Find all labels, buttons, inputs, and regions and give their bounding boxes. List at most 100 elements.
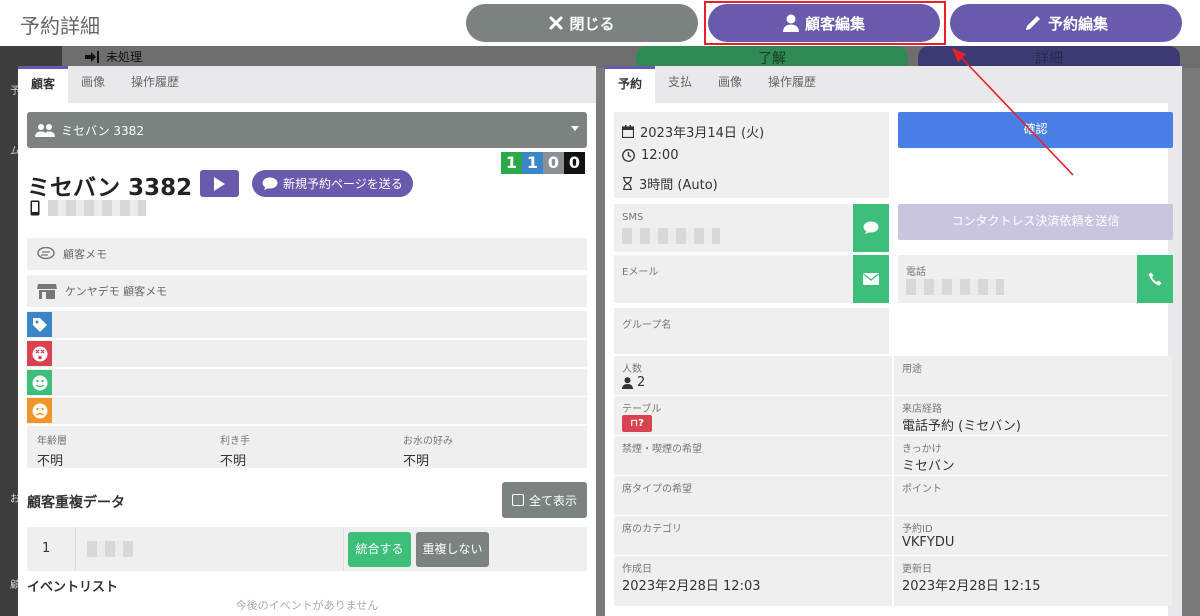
visit-counts: 1 1 0 0 xyxy=(501,152,585,174)
attribute-age: 年齢層 不明 xyxy=(37,432,67,469)
tab-history[interactable]: 操作履歴 xyxy=(118,66,192,103)
show-all-label: 全て表示 xyxy=(528,493,577,508)
edit-booking-button[interactable]: 予約編集 xyxy=(950,4,1182,42)
visit-route-label: 来店経路 xyxy=(902,404,942,415)
table-value: ⊓? xyxy=(622,415,652,432)
customer-attributes: 年齢層 不明 利き手 不明 お水の好み 不明 xyxy=(27,426,587,469)
phone-value-redacted xyxy=(906,279,1004,295)
booking-date: 2023年3月14日 (火) xyxy=(622,122,764,141)
calendar-icon xyxy=(622,125,634,138)
mobile-phone-icon xyxy=(30,200,40,216)
tab-images[interactable]: 画像 xyxy=(705,66,755,103)
tab-images[interactable]: 画像 xyxy=(68,66,118,103)
sms-value-redacted xyxy=(622,228,720,244)
phone-icon xyxy=(1148,272,1162,286)
checkbox-icon xyxy=(511,494,524,506)
hourglass-icon xyxy=(623,177,632,190)
duplicate-data-title: 顧客重複データ xyxy=(27,495,125,511)
customer-select-value: ミセバン 3382 xyxy=(61,123,144,138)
group-name-field: グループ名 xyxy=(614,308,889,354)
visit-route-value: 電話予約 (ミセバン) xyxy=(902,419,1021,434)
sms-label: SMS xyxy=(622,212,644,223)
duplicate-index: 1 xyxy=(42,541,51,556)
customer-name: ミセバン 3382 xyxy=(27,175,193,201)
call-button[interactable] xyxy=(1137,255,1173,303)
duplicate-value-redacted xyxy=(87,541,133,557)
points-cell: ポイント xyxy=(894,476,1172,515)
sms-send-button[interactable] xyxy=(853,204,889,252)
sms-field: SMS xyxy=(614,204,889,252)
table-cell: テーブル ⊓? xyxy=(614,396,892,435)
attribute-water-preference: お水の好み 不明 xyxy=(403,432,453,469)
background-status: 未処理 xyxy=(84,48,142,65)
trigger-cell: きっかけ ミセバン xyxy=(894,436,1172,475)
phone-value-redacted xyxy=(48,200,146,216)
send-booking-page-label: 新規予約ページを送る xyxy=(283,177,403,191)
seat-category-cell: 席のカテゴリ xyxy=(614,516,892,555)
sad-face-icon xyxy=(27,398,52,423)
contactless-payment-button[interactable]: コンタクトレス決済依頼を送信 xyxy=(898,204,1173,240)
comment-icon xyxy=(863,221,879,234)
booking-id-label: 予約ID xyxy=(902,524,933,535)
not-duplicate-button[interactable]: 重複しない xyxy=(416,532,489,567)
booking-time: 12:00 xyxy=(622,148,678,163)
count-badge: 1 xyxy=(501,152,522,174)
booking-duration-value: 3時間 (Auto) xyxy=(639,178,718,193)
count-badge: 1 xyxy=(522,152,543,174)
attribute-value: 不明 xyxy=(37,454,64,469)
edit-booking-button-label: 予約編集 xyxy=(1047,14,1108,33)
trigger-label: きっかけ xyxy=(902,444,942,455)
shop-memo[interactable]: ケンヤデモ 顧客メモ xyxy=(27,275,587,307)
divider xyxy=(75,527,76,571)
background-ok-button: 了解 xyxy=(636,46,908,68)
created-value: 2023年2月28日 12:03 xyxy=(622,579,761,594)
booking-panel: 予約 支払 画像 操作履歴 2023年3月14日 (火) 12:00 3時間 (… xyxy=(605,66,1182,616)
like-row[interactable] xyxy=(27,369,587,396)
email-send-button[interactable] xyxy=(853,255,889,303)
tab-customer[interactable]: 顧客 xyxy=(18,66,69,103)
envelope-icon xyxy=(863,273,879,285)
customer-memo-label: 顧客メモ xyxy=(63,248,107,261)
event-list-title: イベントリスト xyxy=(27,580,119,595)
users-icon xyxy=(35,124,55,137)
updated-cell: 更新日 2023年2月28日 12:15 xyxy=(894,556,1172,606)
party-size-value: 2 xyxy=(637,375,646,390)
customer-panel: 顧客 画像 操作履歴 ミセバン 3382 1 1 0 0 ミセバン 3382 新… xyxy=(18,66,596,616)
play-icon xyxy=(214,176,225,191)
close-button[interactable]: 閉じる xyxy=(466,4,698,42)
table-label: テーブル xyxy=(622,404,662,415)
chat-bubble-icon xyxy=(262,177,278,190)
purpose-label: 用途 xyxy=(902,364,922,375)
tab-booking[interactable]: 予約 xyxy=(605,66,656,103)
send-booking-page-button[interactable]: 新規予約ページを送る xyxy=(252,170,413,197)
party-size: 2 xyxy=(622,375,645,390)
comment-icon xyxy=(37,247,55,260)
clock-icon xyxy=(622,149,635,162)
play-button[interactable] xyxy=(200,170,239,197)
customer-select[interactable]: ミセバン 3382 xyxy=(27,112,587,148)
email-field: Eメール xyxy=(614,255,889,303)
attribute-label: 年齢層 xyxy=(37,436,67,447)
customer-phone xyxy=(30,200,146,216)
merge-button[interactable]: 統合する xyxy=(348,532,411,567)
tab-history[interactable]: 操作履歴 xyxy=(755,66,829,103)
phone-label: 電話 xyxy=(906,267,926,278)
booking-time-value: 12:00 xyxy=(641,148,679,163)
page-title: 予約詳細 xyxy=(20,14,100,38)
seat-type-label: 席タイプの希望 xyxy=(622,484,692,495)
user-icon xyxy=(622,376,633,389)
no-events-message: 今後のイベントがありません xyxy=(235,599,379,612)
concern-row[interactable] xyxy=(27,397,587,424)
tag-row[interactable] xyxy=(27,311,587,338)
attribute-handedness: 利き手 不明 xyxy=(220,432,250,469)
tab-payment[interactable]: 支払 xyxy=(655,66,705,103)
customer-memo[interactable]: 顧客メモ xyxy=(27,238,587,270)
chevron-down-icon xyxy=(571,126,579,131)
booking-datetime: 2023年3月14日 (火) 12:00 3時間 (Auto) xyxy=(614,112,889,198)
background-status-label: 未処理 xyxy=(106,50,143,64)
smile-face-icon xyxy=(27,370,52,395)
count-badge: 0 xyxy=(564,152,585,174)
phone-field: 電話 xyxy=(898,255,1173,303)
show-all-button[interactable]: 全て表示 xyxy=(502,482,587,518)
dislike-row[interactable] xyxy=(27,340,587,367)
